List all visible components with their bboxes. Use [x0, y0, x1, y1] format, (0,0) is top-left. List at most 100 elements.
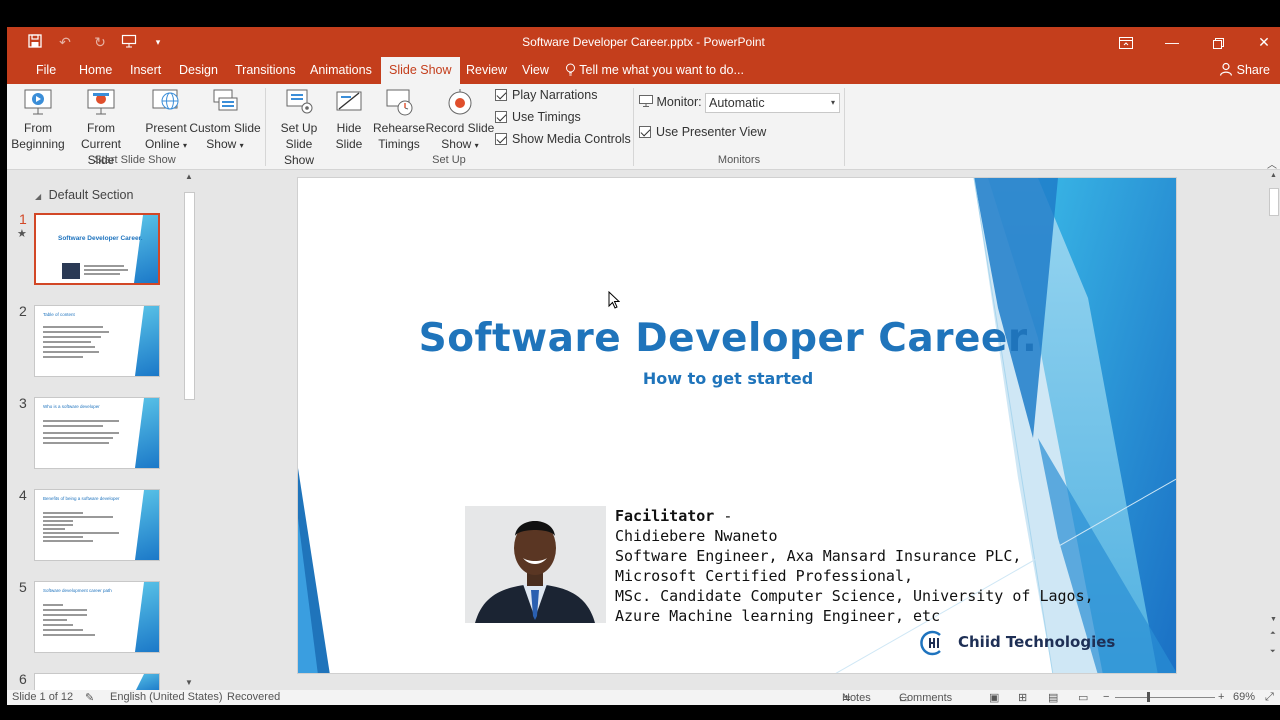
slide-thumbnail[interactable]: Benefits of being a software developer [34, 489, 160, 561]
ribbon-display-options-icon[interactable] [1103, 27, 1149, 57]
facilitator-text[interactable]: Facilitator - Chidiebere Nwaneto Softwar… [615, 506, 1094, 626]
zoom-slider[interactable] [1115, 697, 1215, 698]
tab-insert[interactable]: Insert [122, 57, 169, 84]
fit-slide-icon[interactable]: ⤢ [1265, 691, 1274, 704]
slide-title[interactable]: Software Developer Career. [298, 316, 1158, 361]
tab-transitions[interactable]: Transitions [227, 57, 304, 84]
present-online-button[interactable]: Present Online ▾ [141, 88, 191, 154]
zoom-out-icon[interactable]: − [1103, 691, 1109, 703]
thumbnail-number: 4 [19, 487, 27, 503]
title-bar: ↶ ↻ ▾ Software Developer Career.pptx - P… [7, 27, 1280, 57]
animation-star-icon: ★ [17, 228, 27, 240]
custom-slide-show-button[interactable]: Custom Slide Show ▾ [189, 88, 261, 154]
tab-slide-show[interactable]: Slide Show [381, 57, 460, 84]
slide-show-view-icon[interactable]: ▭ [1078, 691, 1088, 704]
lightbulb-icon [565, 63, 579, 77]
facilitator-line: Software Engineer, Axa Mansard Insurance… [615, 547, 1022, 565]
section-header[interactable]: ◢ Default Section [35, 188, 133, 202]
monitor-icon [639, 95, 656, 109]
language-indicator[interactable]: English (United States) [110, 691, 223, 703]
scrollbar-thumb[interactable] [184, 192, 195, 400]
slide-subtitle[interactable]: How to get started [298, 369, 1158, 388]
custom-show-icon [209, 88, 241, 118]
ribbon-slide-show: From Beginning From Current Slide Presen… [7, 84, 1280, 171]
scroll-up-icon[interactable]: ▲ [1270, 172, 1277, 179]
share-button[interactable]: Share [1219, 57, 1270, 84]
play-narrations-checkbox[interactable]: Play Narrations [495, 88, 597, 102]
tell-me-search[interactable]: Tell me what you want to do... [565, 57, 744, 84]
close-icon[interactable]: ✕ [1241, 27, 1280, 57]
thumbnail-photo [62, 263, 80, 279]
facilitator-line: Azure Machine learning Engineer, etc [615, 607, 941, 625]
hide-slide-button[interactable]: Hide Slide [329, 88, 369, 152]
slide-thumbnail[interactable]: Who is a software developer [34, 397, 160, 469]
group-label-monitors: Monitors [717, 154, 761, 166]
use-presenter-view-checkbox[interactable]: Use Presenter View [639, 125, 766, 139]
thumbnail-number: 5 [19, 579, 27, 595]
rehearse-timings-button[interactable]: Rehearse Timings [373, 88, 425, 152]
group-label-setup: Set Up [432, 154, 466, 166]
scroll-down-icon[interactable]: ▼ [185, 678, 193, 687]
thumbnail-title: Table of content [43, 312, 75, 317]
thumbnail-title: Software development career path [43, 588, 112, 593]
group-separator [633, 88, 634, 166]
group-label-start: Start Slide Show [94, 154, 176, 166]
tab-home[interactable]: Home [71, 57, 120, 84]
thumbnail-number: 6 [19, 671, 27, 687]
tell-me-text: Tell me what you want to do... [579, 63, 744, 77]
scroll-down-icon[interactable]: ▼ [1270, 616, 1277, 623]
reading-view-icon[interactable]: ▤ [1048, 691, 1058, 704]
slide-sorter-icon[interactable]: ⊞ [1018, 691, 1027, 704]
current-slide[interactable]: Software Developer Career. How to get st… [297, 177, 1177, 674]
tab-review[interactable]: Review [458, 57, 515, 84]
from-beginning-button[interactable]: From Beginning [11, 88, 65, 152]
zoom-in-icon[interactable]: + [1218, 691, 1224, 703]
spelling-check-icon[interactable]: ✎ [85, 691, 94, 704]
zoom-level[interactable]: 69% [1233, 691, 1255, 703]
zoom-slider-thumb[interactable] [1147, 692, 1150, 702]
facilitator-line: Chidiebere Nwaneto [615, 527, 778, 545]
tab-design[interactable]: Design [171, 57, 226, 84]
thumbnail-number: 1 [19, 211, 27, 227]
tab-file[interactable]: File [28, 57, 64, 84]
next-slide-icon[interactable]: ⏷ [1270, 648, 1276, 656]
facilitator-line: MSc. Candidate Computer Science, Univers… [615, 587, 1094, 605]
show-media-controls-checkbox[interactable]: Show Media Controls [495, 132, 631, 146]
ribbon-tabs: File Home Insert Design Transitions Anim… [7, 57, 1280, 84]
minimize-icon[interactable]: — [1149, 27, 1195, 57]
hide-slide-icon [333, 88, 365, 118]
group-separator [265, 88, 266, 166]
thumbnail-number: 3 [19, 395, 27, 411]
status-bar: Slide 1 of 12 ✎ English (United States) … [7, 690, 1280, 705]
thumbnail-title: Software Developer Career. [58, 235, 143, 242]
thumbnail-scrollbar[interactable]: ▲ ▼ [182, 172, 197, 687]
monitor-dropdown[interactable]: Automatic ▾ [705, 93, 840, 113]
slide-thumbnail[interactable]: Software development career path [34, 581, 160, 653]
rehearse-timings-icon [383, 88, 415, 118]
slide-thumbnail[interactable]: Software Developer Career. [34, 213, 160, 285]
thumbnail-decoration [134, 215, 158, 283]
normal-view-icon[interactable]: ▣ [989, 691, 999, 704]
monitor-label: Monitor: [639, 95, 702, 109]
facilitator-photo[interactable] [465, 506, 606, 623]
chevron-down-icon: ▾ [830, 98, 835, 107]
record-slide-show-button[interactable]: Record Slide Show ▾ [425, 88, 495, 154]
collapse-section-icon: ◢ [35, 192, 42, 201]
share-label: Share [1236, 63, 1270, 77]
person-portrait-icon [465, 506, 606, 623]
tab-animations[interactable]: Animations [302, 57, 380, 84]
slide-thumbnail[interactable]: Table of content [34, 305, 160, 377]
slide-scrollbar[interactable]: ▲ ▼ ⏶ ⏷ [1268, 170, 1280, 690]
scroll-up-icon[interactable]: ▲ [185, 172, 193, 181]
scrollbar-thumb[interactable] [1269, 188, 1279, 216]
previous-slide-icon[interactable]: ⏶ [1270, 630, 1276, 638]
thumbnail-title: Who is a software developer [43, 404, 100, 409]
person-icon [1219, 62, 1236, 77]
tab-view[interactable]: View [514, 57, 557, 84]
globe-monitor-icon [150, 88, 182, 118]
thumbnail-title: Benefits of being a software developer [43, 496, 120, 501]
restore-icon[interactable] [1195, 27, 1241, 57]
collapse-ribbon-icon[interactable]: ︿ [1267, 156, 1277, 171]
slide-thumbnail-pane: ◢ Default Section 1 ★ Software Developer… [7, 170, 200, 693]
use-timings-checkbox[interactable]: Use Timings [495, 110, 581, 124]
